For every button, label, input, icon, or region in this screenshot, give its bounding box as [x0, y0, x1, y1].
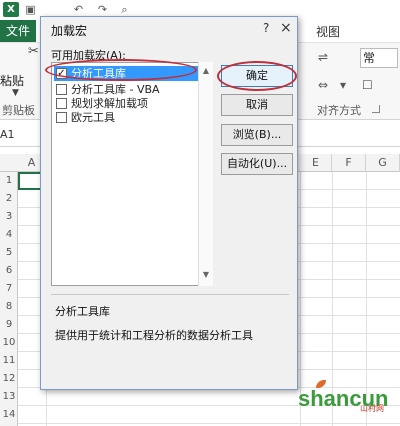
column-header[interactable]: E	[300, 154, 332, 172]
addins-list[interactable]: ✓ 分析工具库 分析工具库 - VBA 规划求解加载项 欧元工具	[51, 62, 213, 286]
cancel-button[interactable]: 取消	[221, 94, 293, 116]
print-preview-icon[interactable]: ⌕	[118, 3, 131, 16]
undo-icon[interactable]: ↶	[72, 3, 85, 16]
row-header[interactable]: 4	[0, 226, 18, 244]
list-item-label: 分析工具库 - VBA	[71, 83, 160, 96]
merge-dropdown-icon[interactable]: ▾	[340, 78, 346, 92]
list-item[interactable]: 欧元工具	[54, 110, 206, 125]
wrap-text-icon[interactable]: ⇌	[318, 50, 328, 64]
currency-format-icon[interactable]: ☐	[362, 78, 373, 92]
column-header[interactable]: G	[366, 154, 400, 172]
list-item-label: 规划求解加载项	[71, 97, 148, 110]
excel-logo: X	[3, 2, 19, 17]
checkbox[interactable]	[56, 84, 67, 95]
row-header[interactable]: 8	[0, 298, 18, 316]
close-icon[interactable]: ×	[280, 20, 292, 36]
row-header[interactable]: 6	[0, 262, 18, 280]
browse-button[interactable]: 浏览(B)...	[221, 124, 293, 146]
row-header[interactable]: 14	[0, 406, 18, 424]
description-panel: 分析工具库 提供用于统计和工程分析的数据分析工具	[51, 294, 289, 386]
name-box[interactable]: A1	[0, 128, 15, 141]
paste-button[interactable]: 粘贴	[0, 72, 24, 89]
clipboard-group-label: 剪贴板	[2, 104, 35, 117]
checkbox[interactable]	[56, 98, 67, 109]
merge-icon[interactable]: ⇔	[318, 78, 328, 92]
save-icon[interactable]: ▣	[24, 3, 37, 16]
row-header[interactable]: 7	[0, 280, 18, 298]
list-scrollbar[interactable]: ▲ ▼	[198, 62, 213, 286]
list-item-label: 欧元工具	[71, 111, 115, 124]
tab-view[interactable]: 视图	[316, 23, 340, 40]
addins-dialog: 加载宏 ? × 可用加载宏(A): ✓ 分析工具库 分析工具库 - VBA 规划…	[40, 16, 298, 390]
screenshot: X ▣ ↶ ↷ ⌕ 文件 视图 ✂ 粘贴 ▼ 剪贴板 ⇌ ⇔ ▾ 常 ☐ 对齐方…	[0, 0, 400, 426]
row-header[interactable]: 11	[0, 352, 18, 370]
highlight-oval-addin	[45, 59, 197, 81]
redo-icon[interactable]: ↷	[96, 3, 109, 16]
alignment-group-label: 对齐方式	[317, 104, 361, 117]
column-header[interactable]: F	[332, 154, 366, 172]
list-item[interactable]: 规划求解加载项	[54, 96, 206, 111]
cut-icon[interactable]: ✂	[28, 44, 39, 59]
scroll-up-icon[interactable]: ▲	[199, 64, 213, 78]
checkbox[interactable]	[56, 112, 67, 123]
automation-button[interactable]: 自动化(U)...	[221, 153, 293, 175]
row-header[interactable]: 3	[0, 208, 18, 226]
row-header[interactable]: 5	[0, 244, 18, 262]
tab-file[interactable]: 文件	[0, 20, 36, 42]
description-text: 提供用于统计和工程分析的数据分析工具	[55, 329, 253, 342]
highlight-oval-ok	[217, 61, 297, 91]
row-header[interactable]: 12	[0, 370, 18, 388]
row-header[interactable]: 2	[0, 190, 18, 208]
dialog-title: 加载宏	[51, 24, 88, 38]
grid-line	[18, 423, 400, 424]
paste-dropdown-icon[interactable]: ▼	[12, 88, 19, 98]
description-title: 分析工具库	[55, 305, 110, 318]
row-header[interactable]: 13	[0, 388, 18, 406]
dialog-launcher-icon[interactable]	[372, 105, 380, 113]
number-format-select[interactable]: 常	[360, 48, 398, 68]
help-icon[interactable]: ?	[263, 21, 269, 35]
watermark-sub: 山村网	[360, 404, 384, 413]
scroll-down-icon[interactable]: ▼	[199, 268, 213, 282]
row-header[interactable]: 9	[0, 316, 18, 334]
row-header[interactable]: 10	[0, 334, 18, 352]
row-header[interactable]: 1	[0, 172, 18, 190]
list-item[interactable]: 分析工具库 - VBA	[54, 82, 206, 97]
